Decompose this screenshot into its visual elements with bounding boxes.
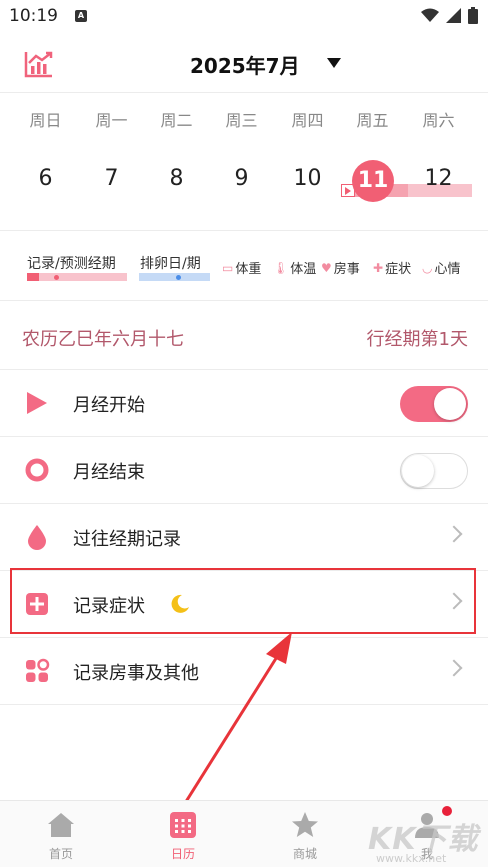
day-7[interactable]: 7: [79, 166, 144, 191]
legend-play-marker: [27, 273, 39, 281]
day-8[interactable]: 8: [144, 166, 209, 191]
heart-icon: ♥: [321, 260, 332, 275]
legend-temperature-label: 体温: [290, 262, 317, 277]
legend-period-bar: [27, 273, 127, 281]
nav-calendar-label: 日历: [170, 847, 195, 861]
legend-period-label: 记录/预测经期: [27, 256, 116, 272]
status-time: 10:19: [9, 6, 58, 26]
period-start-label: 月经开始: [73, 395, 145, 416]
legend-ovulation-bar: [139, 273, 210, 281]
signal-icon: [446, 8, 461, 23]
toggle-knob: [402, 455, 434, 487]
legend-mood: ◡ 心情: [422, 258, 461, 278]
weekday-thu: 周四: [291, 111, 324, 130]
nav-calendar[interactable]: 日历: [122, 801, 244, 867]
divider: [0, 300, 488, 301]
legend-intimacy: ♥ 房事: [321, 258, 360, 278]
month-title[interactable]: 2025年7月: [190, 50, 300, 79]
legend-symptom: ✚ 症状: [373, 258, 412, 278]
period-end-toggle[interactable]: [400, 453, 468, 489]
nav-shop-label: 商城: [292, 847, 317, 861]
legend-ovulation-label: 排卵日/期: [140, 256, 201, 272]
divider: [0, 704, 488, 705]
chart-icon[interactable]: [24, 50, 54, 78]
legend-symptom-label: 症状: [385, 262, 412, 277]
chevron-right-icon: [445, 659, 463, 677]
home-icon: [48, 813, 74, 837]
drop-icon: [28, 525, 46, 550]
watermark-url: www.kkx.net: [376, 852, 447, 865]
weekday-mon: 周一: [95, 111, 128, 130]
cycle-phase: 行经期第1天: [366, 329, 468, 350]
weekday-sun: 周日: [29, 111, 62, 130]
weekday-fri: 周五: [356, 111, 389, 130]
ring-icon: [25, 458, 49, 482]
battery-icon: [468, 7, 478, 24]
calendar-icon: [170, 812, 196, 838]
divider: [0, 230, 488, 231]
calendar-header: 2025年7月: [0, 34, 488, 92]
toggle-knob: [434, 388, 466, 420]
watermark: KK下载 www.kkx.net: [368, 814, 483, 866]
day-9[interactable]: 9: [209, 166, 274, 191]
period-start-row: 月经开始: [0, 370, 488, 436]
wifi-icon: [421, 8, 439, 22]
day-10[interactable]: 10: [275, 166, 340, 191]
legend-mood-label: 心情: [434, 262, 461, 277]
play-icon: [27, 392, 47, 414]
record-other-row[interactable]: 记录房事及其他: [0, 638, 488, 704]
record-other-label: 记录房事及其他: [73, 663, 199, 684]
past-records-row[interactable]: 过往经期记录: [0, 504, 488, 570]
period-end-row: 月经结束: [0, 437, 488, 503]
legend-intimacy-label: 房事: [333, 262, 360, 277]
status-icons: [421, 7, 478, 24]
weekday-tue: 周二: [160, 111, 193, 130]
nav-home[interactable]: 首页: [0, 801, 122, 867]
nav-shop[interactable]: 商城: [244, 801, 366, 867]
plus-icon: ✚: [373, 260, 384, 275]
status-bar: 10:19 A: [0, 0, 488, 34]
month-dropdown-icon[interactable]: [327, 58, 341, 68]
smile-icon: ◡: [422, 260, 433, 275]
scale-icon: ▭: [222, 260, 234, 275]
grid-icon: [26, 658, 50, 682]
weekday-wed: 周三: [225, 111, 258, 130]
divider: [0, 92, 488, 93]
legend-dot: [54, 275, 59, 280]
chevron-right-icon: [445, 525, 463, 543]
period-end-label: 月经结束: [73, 462, 145, 483]
legend-weight-label: 体重: [235, 262, 262, 277]
period-start-toggle[interactable]: [400, 386, 468, 422]
day-6[interactable]: 6: [13, 166, 78, 191]
notification-icon: A: [75, 10, 87, 22]
day-12[interactable]: 12: [406, 166, 471, 191]
legend-ovulation-dot: [176, 275, 181, 280]
star-icon: [292, 812, 318, 837]
nav-home-label: 首页: [48, 847, 73, 861]
thermometer-icon: 🌡: [273, 260, 289, 275]
legend-weight: ▭ 体重: [222, 258, 262, 278]
weekday-sat: 周六: [422, 111, 455, 130]
legend-temperature: 🌡 体温: [273, 258, 317, 278]
past-records-label: 过往经期记录: [73, 529, 181, 550]
day-11-today[interactable]: 11: [352, 160, 394, 202]
lunar-date: 农历乙巳年六月十七: [22, 329, 184, 350]
annotation-highlight-box: [10, 568, 476, 634]
